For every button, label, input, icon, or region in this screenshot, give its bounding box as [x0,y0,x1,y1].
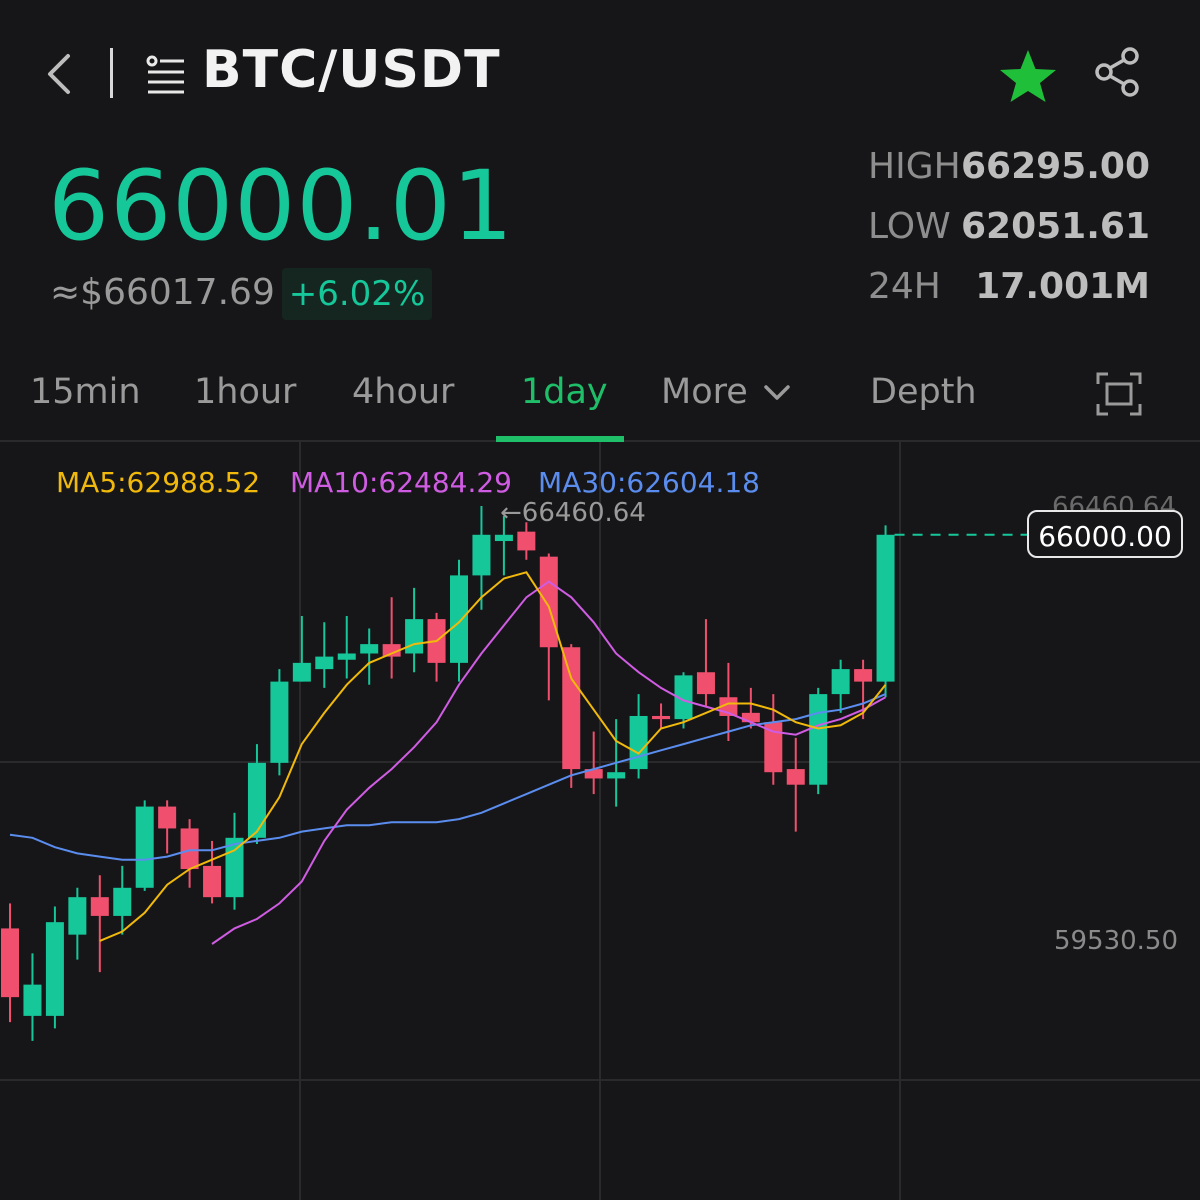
candle-body-up [315,656,334,670]
tab-15min[interactable]: 15min [30,372,141,412]
candle-body-down [203,865,222,898]
ma10-label: MA10:62484.29 [290,466,512,499]
candle-body-up [809,694,828,785]
candle-body-up [405,619,424,654]
tab-4hour[interactable]: 4hour [352,372,454,412]
axis-label-low: 59530.50 [1053,926,1178,956]
candle-body-down [741,712,760,723]
candle-body-up [68,897,87,935]
chevron-down-icon [764,385,790,400]
candle-body-up [450,575,468,663]
candle-body-down [854,669,873,682]
candle-body-up [113,887,132,916]
fullscreen-icon[interactable] [1096,372,1142,416]
tab-1day[interactable]: 1day [521,372,608,412]
stat-label-24h: 24H [868,266,941,307]
candle-body-up [360,644,379,654]
candle-body-up [45,922,64,1016]
candle-body-up [831,669,850,695]
back-icon[interactable] [40,50,84,98]
tab-1hour[interactable]: 1hour [194,372,296,412]
candle-body-up [23,984,42,1016]
candle-body-up [494,534,513,542]
candle-body-up [270,681,289,763]
tab-depth[interactable]: Depth [870,372,977,412]
tab-more[interactable]: More [661,372,791,412]
last-price-tag: 66000.00 [1027,510,1183,558]
list-icon[interactable] [146,54,188,96]
candle-body-down [1,928,19,998]
candle-body-up [607,772,626,779]
stat-value-high: 66295.00 [960,146,1150,187]
candle-body-up [292,662,311,682]
change-badge: +6.02% [282,268,432,320]
star-icon[interactable] [998,48,1058,104]
stat-label-high: HIGH [868,146,961,187]
candle-body-down [696,672,715,695]
candle-body-down [90,897,109,916]
stat-label-low: LOW [868,206,951,247]
candle-body-down [652,715,671,720]
candle-body-up [337,653,356,660]
candle-body-down [539,556,558,648]
pair-title[interactable]: BTC/USDT [202,40,501,100]
candle-body-down [786,769,805,785]
candle-body-up [876,534,895,682]
last-price: 66000.01 [48,150,515,262]
candle-body-down [517,531,536,551]
candle-body-down [562,647,581,770]
share-icon[interactable] [1094,46,1142,98]
usd-approx-price: ≈$66017.69 [50,272,275,313]
ma5-label: MA5:62988.52 [56,466,261,499]
candle-body-up [472,534,491,576]
stat-value-low: 62051.61 [960,206,1150,247]
candle-body-down [158,806,177,829]
candle-body-up [247,762,266,838]
stat-value-24h: 17.001M [975,266,1150,307]
max-price-marker: ←66460.64 [500,498,646,528]
ma30-label: MA30:62604.18 [538,466,760,499]
candle-body-down [180,828,199,870]
candle-body-up [135,806,154,888]
tab-more-label: More [661,372,748,412]
change-percent: +6.02% [288,274,426,314]
header-divider [110,48,113,98]
candlestick-chart[interactable] [0,442,1200,1200]
candle-body-up [629,715,648,770]
last-price-tag-value: 66000.00 [1038,520,1172,553]
